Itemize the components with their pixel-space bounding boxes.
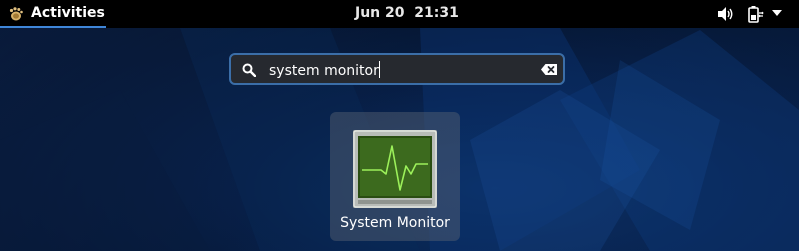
- system-menu-chevron-icon[interactable]: [772, 10, 782, 17]
- search-box[interactable]: system monitor: [229, 53, 565, 85]
- desktop-overview: Activities Jun 20 21:31 system monitor S…: [0, 0, 799, 251]
- clear-text-icon[interactable]: [541, 64, 557, 75]
- activities-button[interactable]: Activities: [0, 0, 106, 28]
- search-input-value: system monitor: [269, 63, 379, 79]
- volume-icon[interactable]: [717, 6, 734, 22]
- text-caret: [378, 61, 380, 78]
- clock[interactable]: Jun 20 21:31: [355, 5, 459, 21]
- search-input[interactable]: system monitor: [269, 61, 380, 79]
- system-monitor-icon: [353, 130, 437, 208]
- gnome-foot-icon: [9, 7, 23, 21]
- activities-active-indicator: [0, 26, 106, 28]
- top-bar: Activities Jun 20 21:31: [0, 0, 799, 28]
- app-label: System Monitor: [340, 215, 450, 231]
- battery-icon[interactable]: [747, 6, 765, 23]
- search-icon: [242, 63, 256, 77]
- search-result-system-monitor[interactable]: System Monitor: [330, 112, 460, 241]
- activities-label: Activities: [31, 5, 105, 21]
